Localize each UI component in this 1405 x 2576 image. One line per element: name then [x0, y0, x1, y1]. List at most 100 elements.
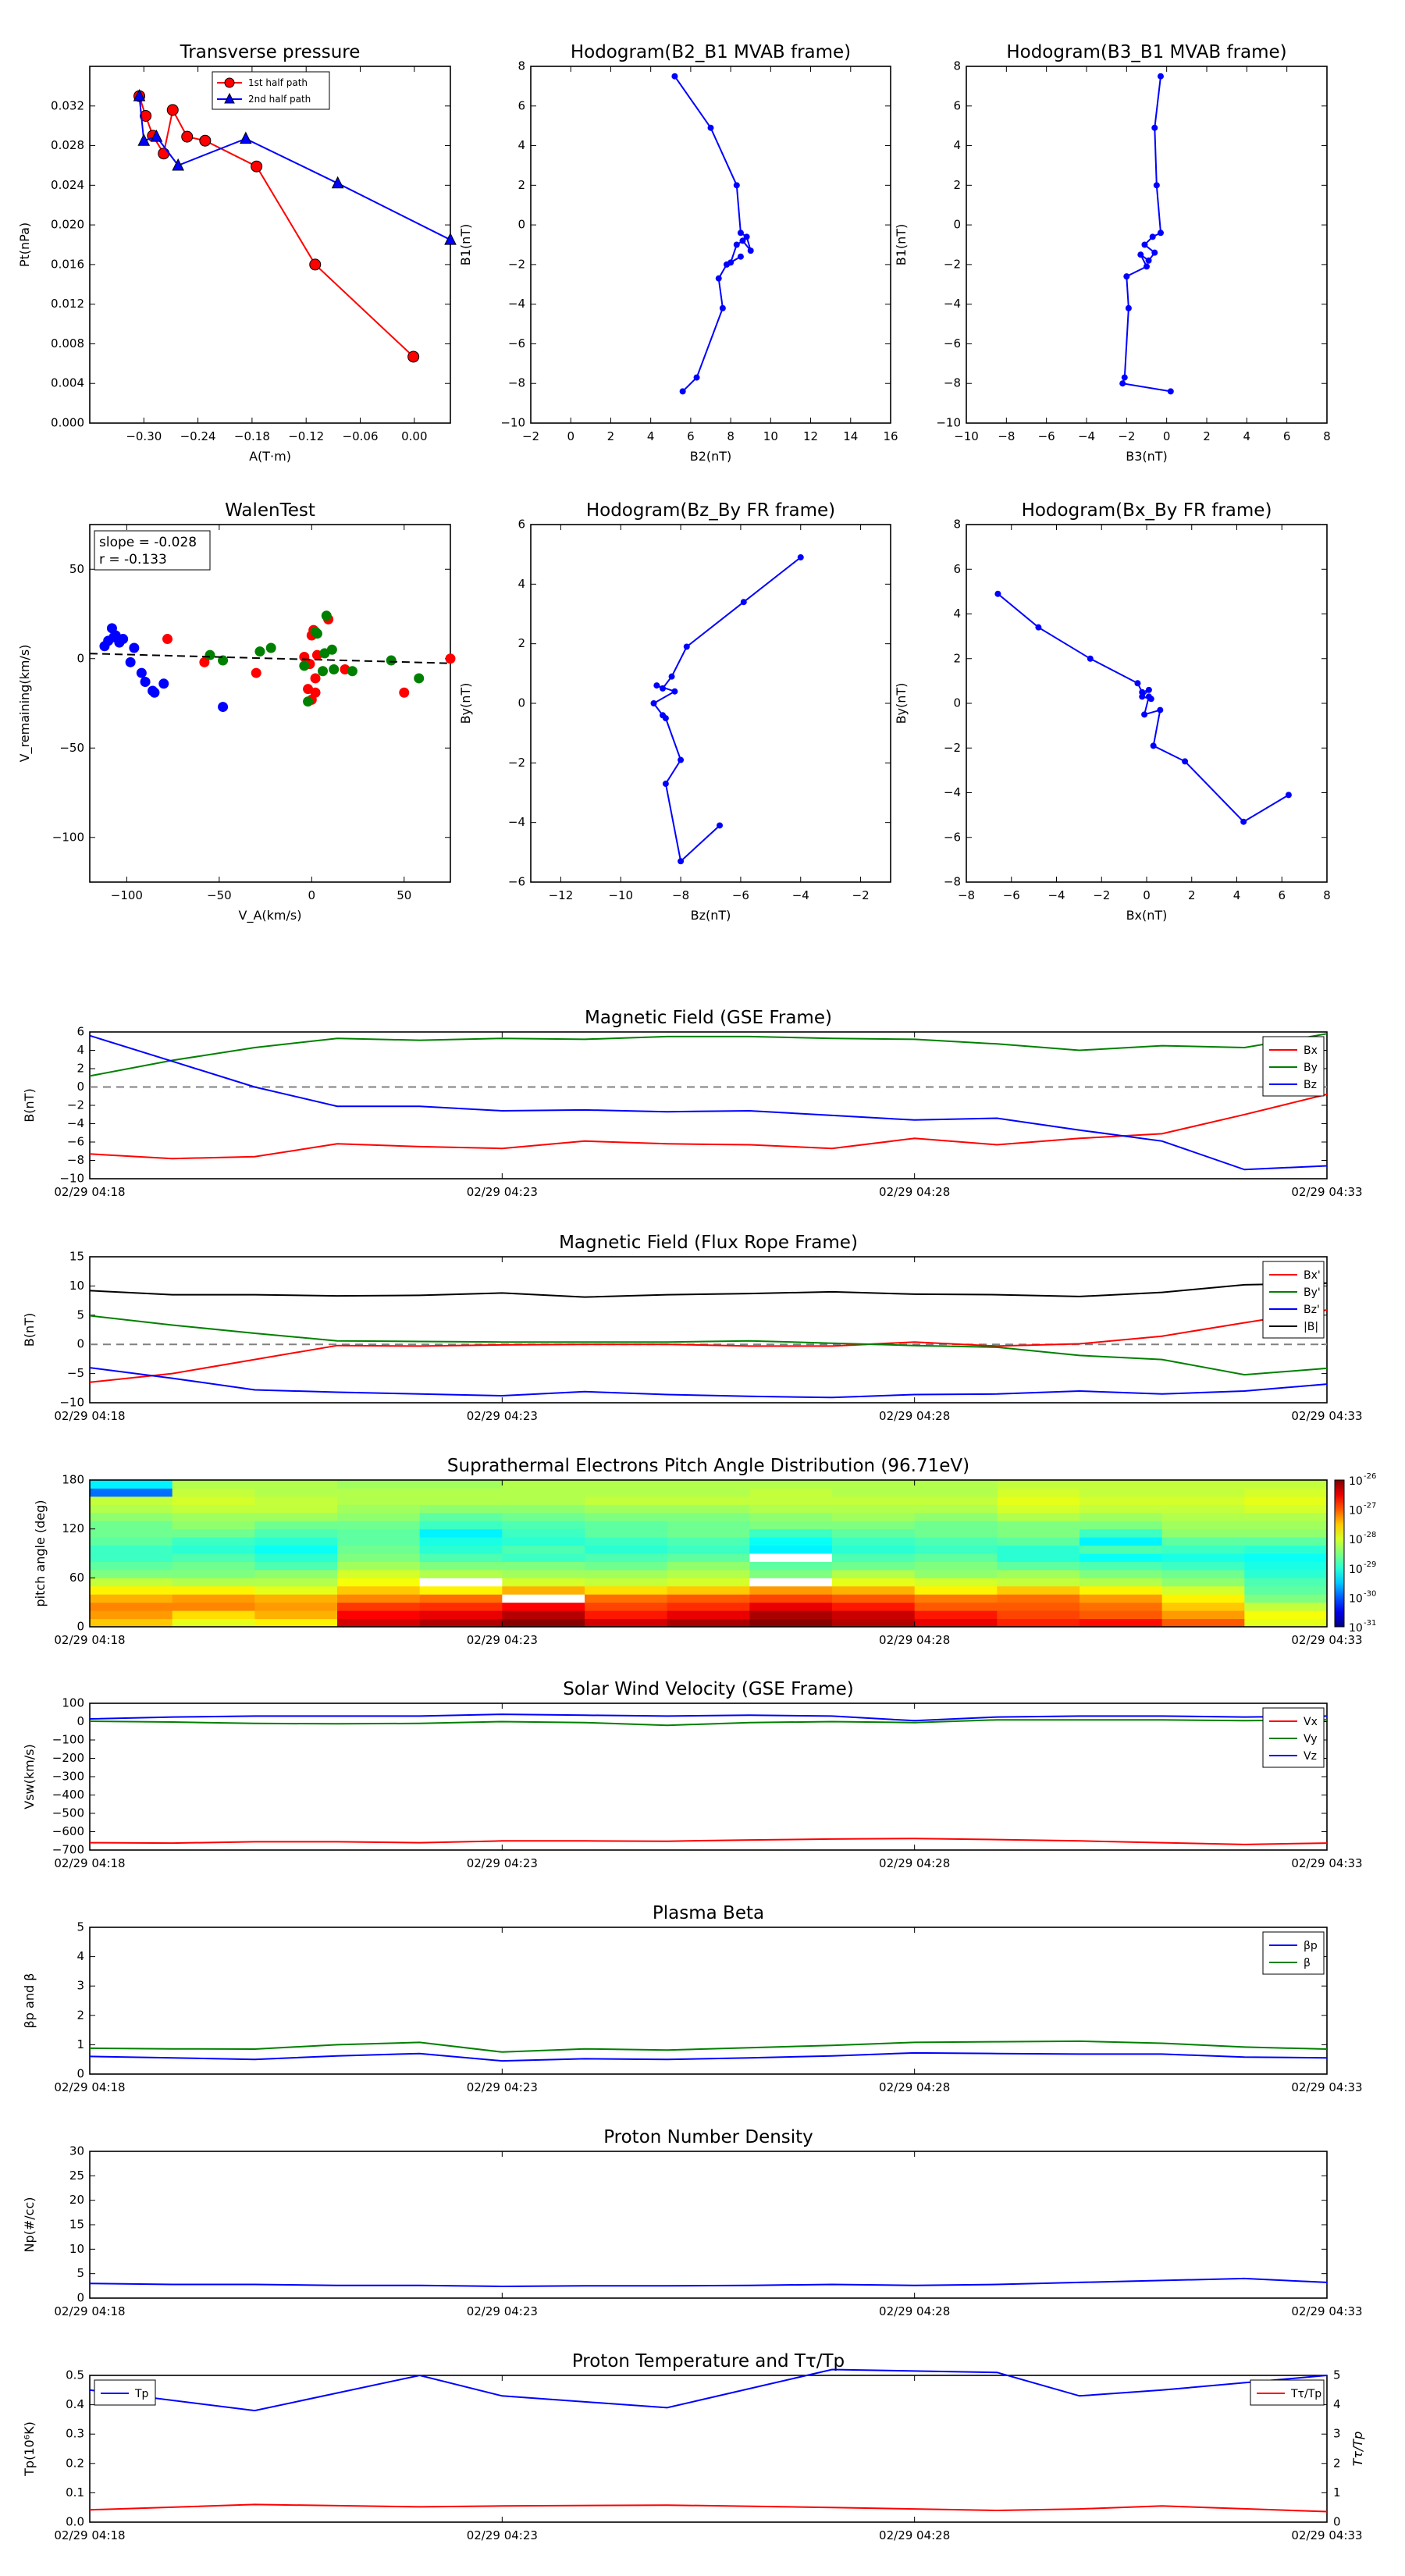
hodogram-bz-by-xlabel: Bz(nT) [691, 908, 731, 923]
pad-cell [914, 1545, 998, 1554]
transverse-pressure-xlabel: A(T·m) [249, 449, 291, 464]
transverse-pressure-ytick-label: 0.004 [51, 376, 84, 390]
hodogram-b3-b1-point [1125, 304, 1132, 311]
pad-cell [749, 1610, 833, 1620]
pad-cell [1161, 1569, 1245, 1578]
hodogram-b3-b1-ytick-label: −4 [944, 297, 961, 311]
walen-point [329, 664, 340, 674]
plasma-beta-xtick-label: 02/29 04:28 [879, 2080, 950, 2094]
pad-cell [1080, 1618, 1163, 1628]
proton-number-density-ytick-label: 20 [69, 2193, 84, 2207]
pad-cell [914, 1594, 998, 1603]
pad-cell [585, 1578, 668, 1587]
pad-cell [254, 1594, 338, 1603]
pad-cell [502, 1569, 585, 1578]
proton-number-density-ylabel: Np(#/cc) [22, 2197, 37, 2253]
pitch-angle-distribution-colorbar-label: 10 [1349, 1592, 1363, 1605]
hodogram-bx-by-point [1139, 693, 1146, 700]
hodogram-bz-by-point [650, 700, 657, 706]
magnetic-field-fr-ytick-label: 10 [69, 1279, 84, 1293]
pad-cell [1161, 1602, 1245, 1611]
pad-cell [337, 1610, 421, 1620]
pad-cell [502, 1610, 585, 1620]
pad-cell [90, 1496, 173, 1505]
pressure-legend-label: 2nd half path [248, 94, 311, 105]
hodogram-b3-b1-ytick-label: 6 [953, 98, 961, 112]
hodogram-bx-by-ytick-label: 0 [953, 696, 961, 710]
hodogram-b2-b1-ytick-label: −10 [500, 416, 525, 430]
pitch-angle-distribution-colorbar-exponent: -28 [1364, 1531, 1376, 1539]
pad-cell [914, 1480, 998, 1489]
plasma-beta-legend-label: βp [1304, 1940, 1318, 1952]
plasma-beta-frame [89, 1927, 1328, 2075]
hodogram-bx-by-ytick-label: 4 [953, 607, 961, 621]
pad-cell [1161, 1528, 1245, 1538]
pad-cell [1161, 1496, 1245, 1505]
pad-cell [914, 1553, 998, 1562]
pad-cell [419, 1585, 503, 1595]
hodogram-b2-b1-point [693, 374, 700, 381]
walen-fit-line [89, 653, 451, 664]
proton-temperature-y2label: Tτ/Tp [1350, 2432, 1365, 2467]
pad-cell [1080, 1528, 1163, 1538]
walen-r-label: r = -0.133 [99, 552, 167, 568]
solar-wind-velocity-ytick-label: 0 [76, 1714, 84, 1728]
pad-cell [914, 1602, 998, 1611]
pad-cell [419, 1553, 503, 1562]
pitch-angle-distribution-colorbar-exponent: -29 [1364, 1560, 1376, 1569]
proton-number-density-xtick-label: 02/29 04:18 [54, 2304, 125, 2318]
hodogram-bx-by-point [1087, 655, 1094, 662]
hodogram-bx-by-point [1141, 711, 1148, 718]
pad-cell [502, 1553, 585, 1562]
hodogram-bz-by-point [717, 822, 724, 829]
hodogram-bx-by-xtick-label: −8 [958, 888, 975, 902]
pad-cell [585, 1496, 668, 1505]
hodogram-b3-b1-ytick-label: −8 [944, 376, 961, 390]
proton-temperature-ytick-label: 0.4 [66, 2397, 84, 2411]
hodogram-b3-b1-xtick-label: 6 [1283, 429, 1291, 443]
walen-point [129, 642, 140, 653]
hodogram-b3-b1-xtick-label: −10 [954, 429, 979, 443]
proton-temperature-xtick-label: 02/29 04:23 [467, 2528, 538, 2542]
pitch-angle-distribution-colorbar-exponent: -31 [1364, 1619, 1376, 1628]
pitch-angle-distribution-ytick-label: 120 [62, 1521, 84, 1535]
hodogram-b2-b1-point [679, 388, 686, 395]
hodogram-bx-by-point [1240, 818, 1247, 825]
hodogram-b2-b1-xtick-label: 16 [883, 429, 898, 443]
pad-cell [585, 1553, 668, 1562]
pad-cell [997, 1512, 1080, 1521]
walen-point [386, 655, 397, 666]
walen-point [299, 660, 310, 671]
magnetic-field-fr-xtick-label: 02/29 04:18 [54, 1409, 125, 1423]
pad-cell [90, 1585, 173, 1595]
hodogram-b2-b1-xtick-label: 0 [567, 429, 574, 443]
proton-temperature-legend-label: Tp [134, 2388, 149, 2400]
pressure-point [158, 148, 170, 160]
hodogram-b2-b1-point [733, 241, 740, 248]
magnetic-field-fr-xtick-label: 02/29 04:23 [467, 1409, 538, 1423]
transverse-pressure-xtick-label: −0.24 [180, 429, 216, 443]
proton-temperature-ytick-label: 0.2 [66, 2456, 84, 2470]
proton-number-density-ytick-label: 15 [69, 2218, 84, 2232]
plasma-beta-xtick-label: 02/29 04:33 [1291, 2080, 1362, 2094]
magnetic-field-fr-xtick-label: 02/29 04:33 [1291, 1409, 1362, 1423]
pad-cell [1244, 1569, 1328, 1578]
pad-cell [997, 1610, 1080, 1620]
magnetic-field-gse-series-Bx [89, 1093, 1328, 1160]
hodogram-b2-b1-ytick-label: 2 [518, 178, 525, 192]
pad-cell [502, 1594, 585, 1603]
hodogram-bz-by-title: Hodogram(Bz_By FR frame) [586, 500, 835, 521]
hodogram-bz-by-point [683, 643, 690, 650]
solar-wind-velocity-ytick-label: −700 [52, 1843, 84, 1857]
hodogram-bz-by-ytick-label: 2 [518, 636, 525, 650]
hodogram-bx-by-xtick-label: 2 [1188, 888, 1196, 902]
pad-cell [667, 1578, 750, 1587]
pad-cell [667, 1504, 750, 1514]
hodogram-b2-b1-xtick-label: 10 [763, 429, 778, 443]
proton-temperature-xtick-label: 02/29 04:33 [1291, 2528, 1362, 2542]
pad-cell [832, 1594, 916, 1603]
pad-cell [832, 1569, 916, 1578]
hodogram-b3-b1-xtick-label: 8 [1323, 429, 1331, 443]
hodogram-bz-by-point [662, 715, 669, 722]
pad-cell [749, 1512, 833, 1521]
